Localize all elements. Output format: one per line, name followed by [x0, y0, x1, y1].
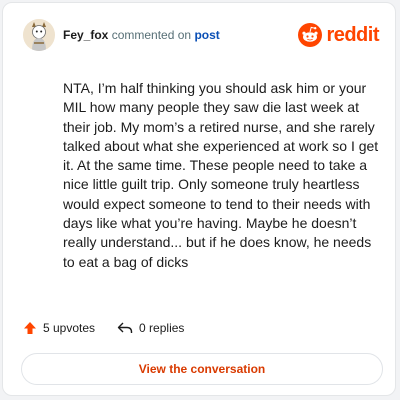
meta-action-text: commented on	[111, 28, 192, 42]
comment-header: Fey_fox commented on post reddit	[3, 3, 397, 67]
upvote-count: 5 upvotes	[43, 321, 96, 335]
view-conversation-button[interactable]: View the conversation	[21, 353, 383, 385]
upvote-button[interactable]: 5 upvotes	[23, 321, 95, 335]
replies-button[interactable]: 0 replies	[117, 321, 184, 335]
reddit-logo[interactable]: reddit	[298, 23, 379, 47]
upvote-arrow-icon	[24, 322, 36, 334]
reddit-wordmark: reddit	[326, 24, 379, 46]
reply-arrow-icon	[117, 322, 133, 333]
reddit-snoo-icon	[298, 23, 323, 47]
reply-count: 0 replies	[139, 321, 185, 335]
post-link[interactable]: post	[194, 28, 219, 42]
comment-meta: Fey_fox commented on post	[63, 27, 220, 43]
user-avatar[interactable]	[23, 19, 55, 51]
comment-card: Fey_fox commented on post reddit NTA, I’…	[2, 2, 396, 396]
username-link[interactable]: Fey_fox	[63, 28, 108, 42]
comment-actions: 5 upvotes 0 replies	[23, 321, 184, 335]
fox-avatar-icon	[23, 19, 55, 51]
comment-body: NTA, I’m half thinking you should ask hi…	[63, 80, 379, 270]
